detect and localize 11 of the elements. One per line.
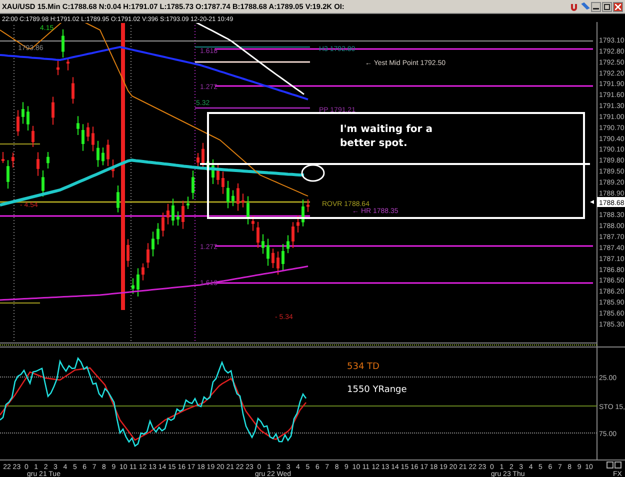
close-button[interactable] xyxy=(613,2,623,12)
level-line xyxy=(0,302,40,304)
magnet-icon[interactable] xyxy=(569,2,579,12)
indicator-note: 534 TD xyxy=(347,362,380,372)
minimize-button[interactable] xyxy=(591,2,601,12)
annotation-text: I'm waiting for a better spot. xyxy=(340,123,434,151)
close-icon xyxy=(615,4,621,10)
restore-button[interactable] xyxy=(602,2,612,12)
annotation-circle xyxy=(301,164,325,182)
restore-icon xyxy=(604,4,610,10)
indicator-note: 1550 YRange xyxy=(347,385,407,395)
